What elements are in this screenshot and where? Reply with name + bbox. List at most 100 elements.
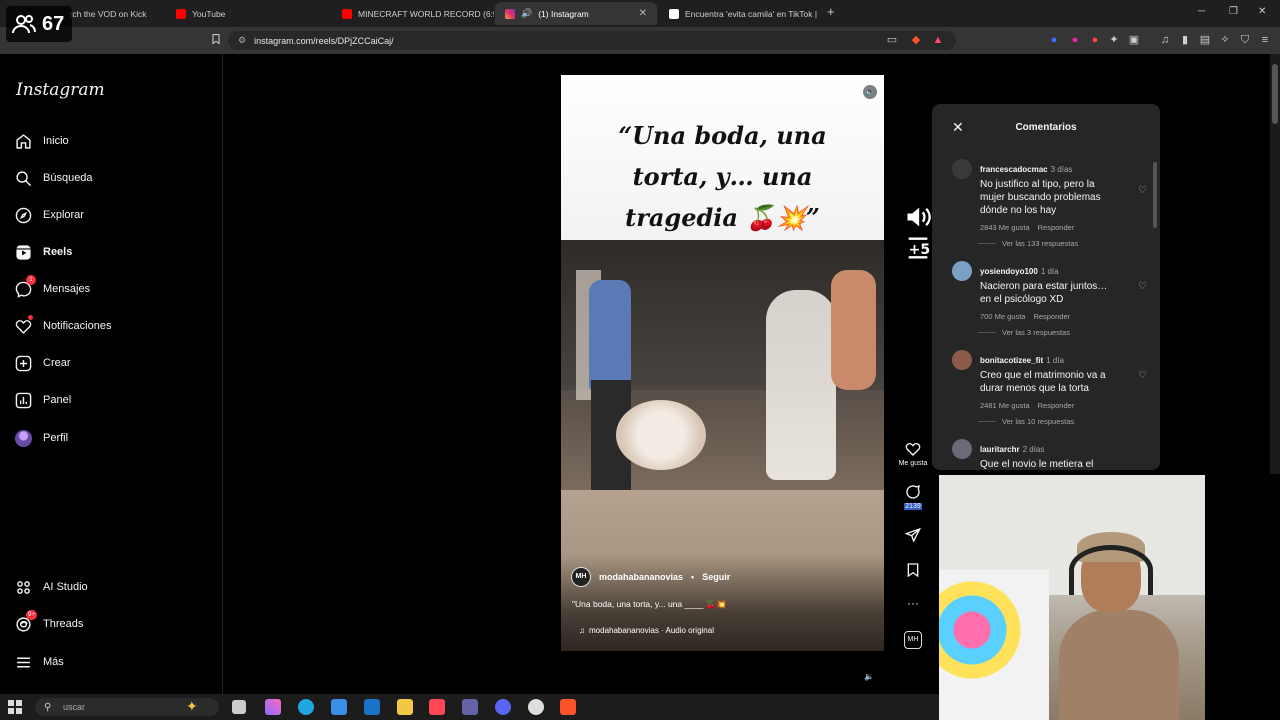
audio-thumbnail[interactable]: MH bbox=[897, 631, 929, 649]
sidebar-item-inicio[interactable]: Inicio bbox=[15, 131, 69, 151]
avatar[interactable] bbox=[952, 159, 972, 179]
close-window-button[interactable]: ✕ bbox=[1258, 6, 1266, 17]
comment-username[interactable]: yosiendoyo100 bbox=[980, 267, 1038, 276]
instagram-logo[interactable]: Instagram bbox=[16, 80, 105, 100]
cast-icon[interactable]: ▭ bbox=[885, 33, 899, 47]
sidebar-item-mensajes[interactable]: 1 Mensajes bbox=[15, 275, 90, 299]
comment-like-icon[interactable]: ♡ bbox=[1138, 185, 1147, 196]
site-settings-icon[interactable]: ⚙ bbox=[238, 35, 246, 46]
close-tab-icon[interactable]: ✕ bbox=[639, 8, 647, 19]
sidebar-item-panel[interactable]: Panel bbox=[15, 390, 71, 410]
tab-minecraft[interactable]: MINECRAFT WORLD RECORD (6:50) bbox=[332, 2, 494, 25]
extensions-icon[interactable]: ✦ bbox=[1107, 33, 1121, 47]
sidebar-item-perfil[interactable]: Perfil bbox=[15, 428, 68, 448]
extension-icon[interactable]: ● bbox=[1088, 33, 1102, 47]
sidebar-item-ai-studio[interactable]: AI Studio bbox=[15, 577, 88, 597]
bookmark-icon bbox=[907, 563, 919, 578]
share-button[interactable] bbox=[897, 527, 929, 546]
sidebar-item-busqueda[interactable]: Búsqueda bbox=[15, 168, 93, 188]
restore-button[interactable]: ❐ bbox=[1229, 6, 1238, 17]
menu-icon[interactable]: ≡ bbox=[1258, 33, 1272, 47]
sidebar-item-explorar[interactable]: Explorar bbox=[15, 205, 84, 225]
edge-icon[interactable] bbox=[298, 699, 314, 715]
media-icon[interactable]: ♫ bbox=[1158, 33, 1172, 47]
sidebar-item-label: Threads bbox=[43, 618, 84, 630]
reel-author: MH modahabananovias • Seguir bbox=[571, 567, 730, 587]
extension-icon[interactable]: ● bbox=[1047, 33, 1061, 47]
teams-icon[interactable] bbox=[462, 699, 478, 715]
tab-label: MINECRAFT WORLD RECORD (6:50) bbox=[358, 8, 494, 19]
discord-icon[interactable] bbox=[495, 699, 511, 715]
heart-icon bbox=[15, 319, 32, 334]
sidebar-item-reels[interactable]: Reels bbox=[15, 242, 72, 262]
obs-icon[interactable] bbox=[528, 699, 544, 715]
new-tab-button[interactable]: + bbox=[827, 4, 835, 19]
volume-icon[interactable]: 🔈 bbox=[862, 670, 876, 684]
tab-instagram[interactable]: 🔊 (1) Instagram ✕ bbox=[495, 2, 657, 25]
avatar-icon bbox=[15, 429, 32, 447]
comment-like-icon[interactable]: ♡ bbox=[1138, 370, 1147, 381]
leo-icon[interactable]: ✧ bbox=[1218, 33, 1232, 47]
screenshot-icon[interactable]: ▣ bbox=[1127, 33, 1141, 47]
brave-rewards-icon[interactable]: ▲ bbox=[931, 33, 945, 47]
avatar[interactable] bbox=[952, 350, 972, 370]
extension-icon[interactable]: ● bbox=[1068, 33, 1082, 47]
reels-icon bbox=[16, 244, 31, 260]
comment-username[interactable]: lauritarchr bbox=[980, 445, 1020, 454]
audio-avatar: MH bbox=[904, 631, 922, 649]
minimize-button[interactable]: ─ bbox=[1198, 6, 1205, 17]
comment-button[interactable]: 2139 bbox=[897, 484, 929, 510]
task-view-icon[interactable] bbox=[232, 700, 246, 714]
sidebar-item-mas[interactable]: Más bbox=[15, 652, 64, 672]
tab-kick[interactable]: tch the VOD on Kick bbox=[60, 2, 165, 25]
comments-scrollbar[interactable] bbox=[1153, 162, 1157, 228]
explorer-icon[interactable] bbox=[397, 699, 413, 715]
more-options-button[interactable]: ··· bbox=[897, 596, 929, 610]
like-button[interactable]: Me gusta bbox=[897, 441, 929, 467]
bookmark-page-icon[interactable] bbox=[209, 33, 223, 47]
reply-button[interactable]: Responder bbox=[1038, 401, 1075, 410]
avatar[interactable] bbox=[952, 261, 972, 281]
home-icon bbox=[16, 133, 31, 149]
follow-button[interactable]: Seguir bbox=[702, 572, 730, 582]
sidebar-item-crear[interactable]: Crear bbox=[15, 353, 71, 373]
comment-like-icon[interactable]: ♡ bbox=[1138, 281, 1147, 292]
avatar[interactable] bbox=[952, 439, 972, 459]
windows-start-icon[interactable] bbox=[8, 700, 22, 714]
reply-button[interactable]: Responder bbox=[1033, 312, 1070, 321]
comment-username[interactable]: francescadocmac bbox=[980, 165, 1048, 174]
brave-shields-icon[interactable]: ◆ bbox=[909, 33, 923, 47]
groom-figure bbox=[589, 280, 631, 390]
view-replies-button[interactable]: Ver las 3 respuestas bbox=[978, 328, 1070, 337]
author-avatar[interactable]: MH bbox=[571, 567, 591, 587]
copilot-icon[interactable] bbox=[265, 699, 281, 715]
comment-text: No justifico al tipo, pero la mujer busc… bbox=[980, 179, 1101, 216]
sidebar-item-label: Más bbox=[43, 656, 64, 668]
reel-description[interactable]: "Una boda, una torta, y... una ____ 🍒💥 bbox=[572, 599, 727, 610]
comment-username[interactable]: bonitacotizee_fit bbox=[980, 356, 1043, 365]
view-replies-button[interactable]: Ver las 10 respuestas bbox=[978, 417, 1074, 426]
valorant-icon[interactable] bbox=[429, 699, 445, 715]
page-scrollbar-thumb[interactable] bbox=[1272, 64, 1278, 124]
wallet-icon[interactable]: ▤ bbox=[1198, 33, 1212, 47]
reel-audio[interactable]: ♫ modahabananovias · Audio original bbox=[579, 626, 714, 635]
outlook-icon[interactable] bbox=[364, 699, 380, 715]
save-button[interactable] bbox=[897, 562, 929, 581]
brave-icon[interactable] bbox=[560, 699, 576, 715]
reel-video[interactable]: “Una boda, una torta, y… una tragedia 🍒💥… bbox=[561, 75, 884, 651]
mute-icon[interactable]: 🔈 bbox=[863, 85, 877, 99]
unread-badge: 1 bbox=[26, 275, 36, 285]
sidebar-item-notificaciones[interactable]: Notificaciones bbox=[15, 315, 111, 336]
tab-tiktok[interactable]: Encuentra 'evita camila' en TikTok | B bbox=[659, 2, 819, 25]
vpn-icon[interactable]: ⛉ bbox=[1238, 33, 1252, 47]
sidebar-item-threads[interactable]: 9+ Threads bbox=[15, 610, 84, 634]
store-icon[interactable] bbox=[331, 699, 347, 715]
tab-label: (1) Instagram bbox=[538, 8, 589, 19]
sidebar-icon[interactable]: ▮ bbox=[1178, 33, 1192, 47]
tab-youtube[interactable]: YouTube bbox=[166, 2, 332, 25]
caption-line: tragedia 🍒💥” bbox=[625, 203, 820, 232]
view-replies-button[interactable]: Ver las 133 respuestas bbox=[978, 239, 1078, 248]
address-bar[interactable]: ⚙ instagram.com/reels/DPjZCCaiCaj/ bbox=[228, 31, 956, 50]
author-username[interactable]: modahabananovias bbox=[599, 572, 683, 582]
reply-button[interactable]: Responder bbox=[1038, 223, 1075, 232]
